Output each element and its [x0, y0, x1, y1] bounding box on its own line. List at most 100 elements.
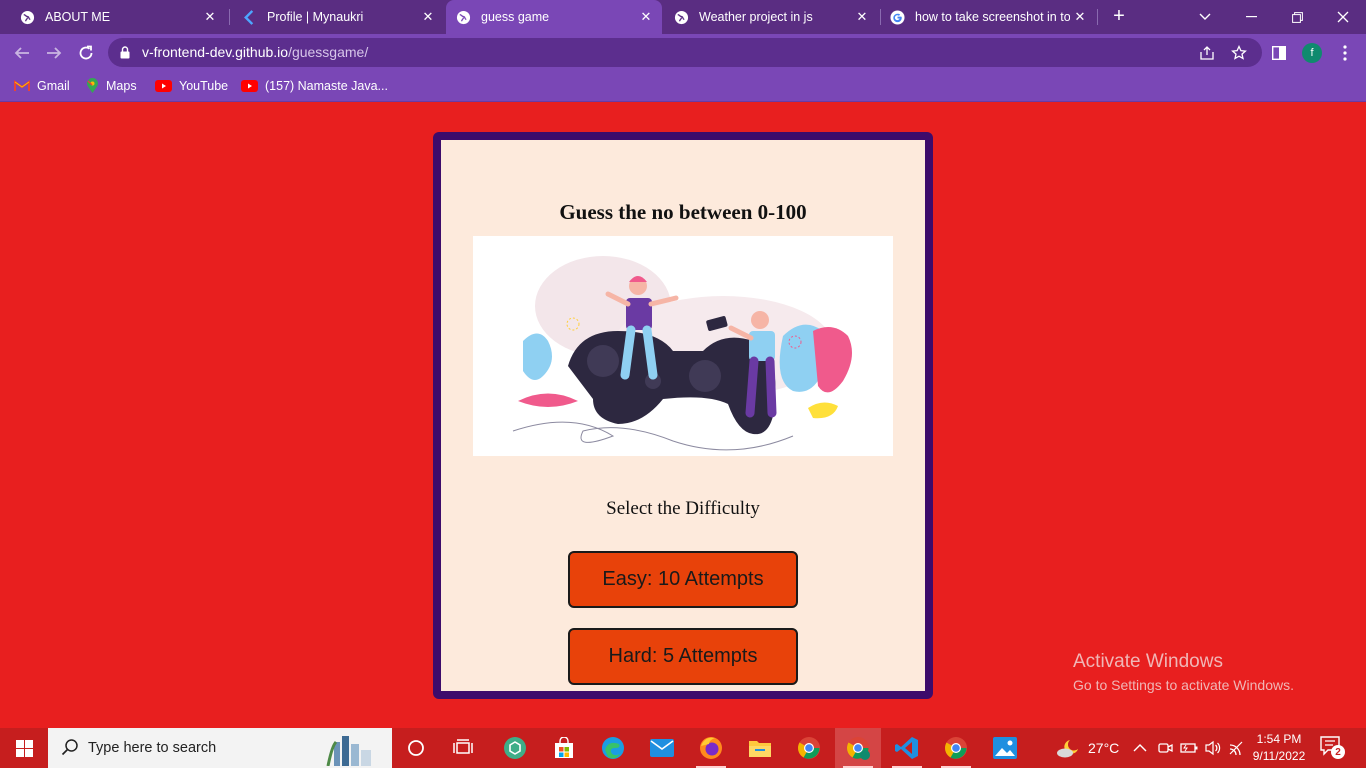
temperature-text: 27°C	[1088, 740, 1120, 756]
url-domain: v-frontend-dev.github.io	[142, 44, 289, 60]
task-view-cortana-icon[interactable]	[393, 728, 439, 768]
bookmark-namaste-java[interactable]: (157) Namaste Java...	[241, 76, 388, 96]
windows-taskbar: Type here to search 27°C 1:54 PM 9/11/20…	[0, 728, 1366, 768]
clock-time: 1:54 PM	[1256, 732, 1302, 746]
side-panel-icon[interactable]	[1266, 40, 1292, 66]
tab-about-me[interactable]: ABOUT ME ✕	[0, 0, 226, 34]
browser-toolbar: v-frontend-dev.github.io/guessgame/ f	[0, 34, 1366, 71]
page-viewport: Guess the no between 0-100 Select the Di…	[0, 102, 1366, 728]
file-explorer-icon[interactable]	[737, 728, 783, 768]
vscode-icon[interactable]	[884, 728, 930, 768]
globe-icon	[20, 10, 35, 25]
chrome-secondary-icon[interactable]	[933, 728, 979, 768]
search-placeholder: Type here to search	[88, 740, 217, 756]
partly-cloudy-night-icon	[1057, 740, 1078, 758]
tab-title: Weather project in js	[699, 10, 813, 24]
chrome-icon[interactable]	[786, 728, 832, 768]
close-icon[interactable]: ✕	[852, 7, 872, 27]
bookmark-label: (157) Namaste Java...	[265, 79, 388, 93]
restore-button[interactable]	[1274, 0, 1320, 34]
gmail-icon	[14, 80, 30, 92]
activate-windows-title: Activate Windows	[1073, 651, 1223, 672]
mail-icon[interactable]	[639, 728, 685, 768]
address-bar[interactable]: v-frontend-dev.github.io/guessgame/	[108, 38, 1262, 67]
close-icon[interactable]: ✕	[418, 7, 438, 27]
tab-search-button[interactable]	[1182, 0, 1228, 34]
meet-now-icon[interactable]	[1157, 728, 1173, 768]
search-icon	[61, 738, 79, 761]
profile-avatar[interactable]: f	[1302, 43, 1322, 63]
gaming-illustration	[473, 236, 893, 456]
forward-button[interactable]	[41, 40, 67, 66]
clock-date: 9/11/2022	[1252, 749, 1306, 763]
naukri-icon	[242, 9, 257, 25]
close-icon[interactable]: ✕	[200, 7, 220, 27]
back-button[interactable]	[9, 40, 35, 66]
minimize-button[interactable]	[1228, 0, 1274, 34]
bookmarks-bar: Gmail Maps YouTube (157) Namaste Java...	[0, 71, 1366, 102]
bookmark-gmail[interactable]: Gmail	[14, 76, 70, 96]
weather-widget[interactable]: 27°C	[1056, 728, 1119, 768]
globe-icon	[674, 10, 689, 25]
volume-icon[interactable]	[1204, 728, 1222, 768]
edge-browser-icon[interactable]	[590, 728, 636, 768]
show-hidden-icons-button[interactable]	[1133, 728, 1147, 768]
difficulty-prompt: Select the Difficulty	[606, 498, 760, 519]
microsoft-store-icon[interactable]	[541, 728, 587, 768]
chrome-profile-icon[interactable]	[835, 728, 881, 768]
globe-icon	[456, 10, 471, 25]
notification-count-badge: 2	[1331, 745, 1345, 759]
hard-difficulty-button[interactable]: Hard: 5 Attempts	[568, 628, 798, 685]
battery-icon[interactable]	[1180, 728, 1198, 768]
tab-title: ABOUT ME	[45, 10, 111, 24]
taskbar-search[interactable]: Type here to search	[48, 728, 392, 768]
lock-icon[interactable]	[120, 46, 130, 64]
photos-icon[interactable]	[982, 728, 1028, 768]
close-icon[interactable]: ✕	[636, 7, 656, 27]
chatgpt-app-icon[interactable]	[492, 728, 538, 768]
menu-kebab-icon[interactable]	[1332, 40, 1358, 66]
bookmark-label: Maps	[106, 79, 137, 93]
windows-logo-icon	[15, 739, 33, 757]
youtube-icon	[155, 80, 172, 92]
reload-button[interactable]	[73, 40, 99, 66]
tab-google-search[interactable]: how to take screenshot in to ✕	[882, 0, 1096, 34]
close-window-button[interactable]	[1320, 0, 1366, 34]
new-tab-button[interactable]: +	[1107, 5, 1131, 29]
tab-profile-mynaukri[interactable]: Profile | Mynaukri ✕	[232, 0, 444, 34]
system-clock[interactable]: 1:54 PM 9/11/2022	[1248, 731, 1310, 765]
wifi-icon[interactable]	[1229, 728, 1245, 768]
bookmark-maps[interactable]: Maps	[86, 76, 137, 96]
tab-guess-game[interactable]: guess game ✕	[446, 0, 662, 34]
start-button[interactable]	[0, 728, 48, 768]
activate-windows-subtitle: Go to Settings to activate Windows.	[1073, 677, 1294, 693]
tab-title: how to take screenshot in to	[915, 10, 1070, 24]
chevron-up-icon	[1133, 744, 1147, 752]
game-card-body: Guess the no between 0-100 Select the Di…	[441, 140, 925, 691]
share-icon[interactable]	[1198, 44, 1216, 62]
url-text[interactable]: v-frontend-dev.github.io/guessgame/	[142, 44, 368, 60]
tab-title: guess game	[481, 10, 550, 24]
bookmark-label: YouTube	[179, 79, 229, 93]
tab-divider	[229, 9, 230, 25]
bookmark-youtube[interactable]: YouTube	[155, 76, 228, 96]
tab-strip: ABOUT ME ✕ Profile | Mynaukri ✕ guess ga…	[0, 0, 1366, 34]
maps-icon	[86, 78, 99, 94]
tab-weather-project[interactable]: Weather project in js ✕	[664, 0, 878, 34]
google-icon	[890, 9, 905, 25]
page-title: Guess the no between 0-100	[559, 200, 807, 224]
close-icon[interactable]: ✕	[1070, 7, 1090, 27]
task-view-icon[interactable]	[440, 728, 486, 768]
game-card: Guess the no between 0-100 Select the Di…	[433, 132, 933, 699]
firefox-icon[interactable]	[688, 728, 734, 768]
youtube-icon	[241, 80, 258, 92]
bookmark-label: Gmail	[37, 79, 70, 93]
tab-divider	[880, 9, 881, 25]
easy-difficulty-button[interactable]: Easy: 10 Attempts	[568, 551, 798, 608]
search-highlight-city-icon	[324, 730, 388, 768]
url-path: /guessgame/	[288, 44, 369, 60]
tab-divider	[1097, 9, 1098, 25]
tab-title: Profile | Mynaukri	[267, 10, 364, 24]
notification-center-button[interactable]: 2	[1320, 736, 1348, 760]
bookmark-star-icon[interactable]	[1230, 44, 1248, 62]
